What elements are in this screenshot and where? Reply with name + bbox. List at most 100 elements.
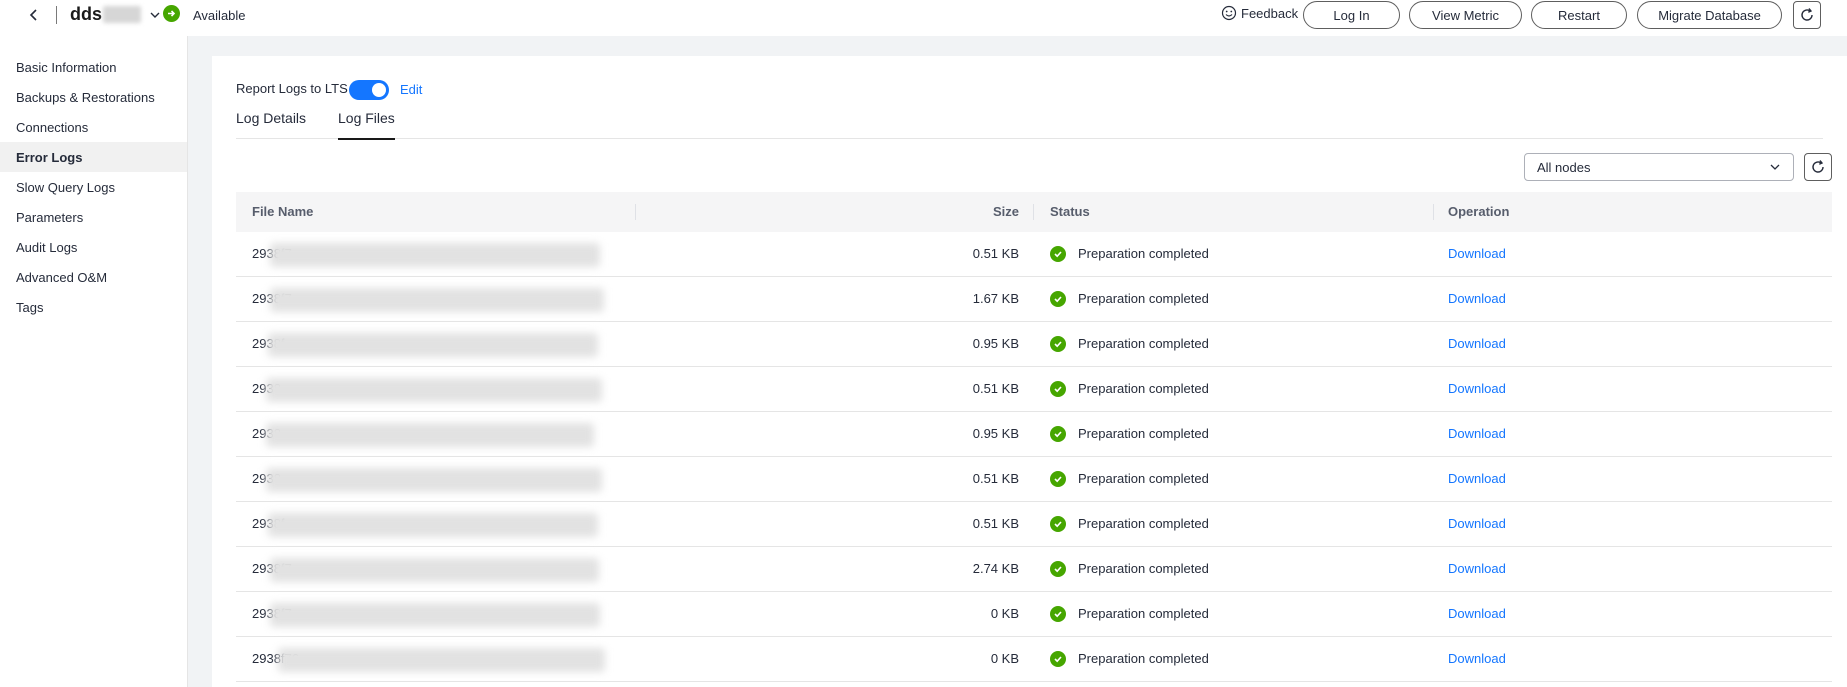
col-operation: Operation xyxy=(1448,204,1510,219)
table-row: 29380.51 KBPreparation completedDownload xyxy=(236,367,1832,412)
column-divider xyxy=(1033,204,1034,220)
tab-log-files[interactable]: Log Files xyxy=(338,108,395,140)
check-circle-icon xyxy=(1050,336,1066,352)
sidebar-nav: Basic Information Backups & Restorations… xyxy=(0,36,188,687)
main-panel: Report Logs to LTS Edit Log Details Log … xyxy=(212,56,1847,687)
instance-status: Available xyxy=(193,8,246,23)
download-link[interactable]: Download xyxy=(1448,381,1506,396)
refresh-icon xyxy=(1812,160,1824,173)
refresh-icon xyxy=(1801,8,1813,21)
file-status-cell: Preparation completed xyxy=(1078,651,1209,666)
table-row: 2938f70.51 KBPreparation completedDownlo… xyxy=(236,232,1832,277)
edit-link[interactable]: Edit xyxy=(400,82,422,97)
file-size-cell: 0 KB xyxy=(990,651,1019,666)
sidebar-item-slow-query-logs[interactable]: Slow Query Logs xyxy=(0,172,187,202)
file-status-cell: Preparation completed xyxy=(1078,471,1209,486)
file-size-cell: 0.51 KB xyxy=(972,381,1019,396)
instance-name-redacted xyxy=(103,6,141,23)
table-row: 2938f72.74 KBPreparation completedDownlo… xyxy=(236,547,1832,592)
download-link[interactable]: Download xyxy=(1448,246,1506,261)
file-status-cell: Preparation completed xyxy=(1078,426,1209,441)
report-logs-toggle[interactable] xyxy=(349,80,389,100)
file-size-cell: 0.51 KB xyxy=(972,246,1019,261)
sidebar-item-parameters[interactable]: Parameters xyxy=(0,202,187,232)
chevron-down-icon[interactable] xyxy=(149,8,161,23)
feedback-smile-icon xyxy=(1221,5,1237,21)
table-refresh-button[interactable] xyxy=(1804,153,1832,181)
check-circle-icon xyxy=(1050,291,1066,307)
check-circle-icon xyxy=(1050,561,1066,577)
sidebar-item-basic-information[interactable]: Basic Information xyxy=(0,52,187,82)
file-status-cell: Preparation completed xyxy=(1078,246,1209,261)
sidebar-item-advanced-om[interactable]: Advanced O&M xyxy=(0,262,187,292)
check-circle-icon xyxy=(1050,471,1066,487)
file-status-cell: Preparation completed xyxy=(1078,516,1209,531)
table-row: 2938f76 0 KB Preparation completed Download xyxy=(236,637,1832,682)
col-size: Size xyxy=(992,204,1019,219)
table-row: 2938f70 KBPreparation completedDownload xyxy=(236,592,1832,637)
file-size-cell: 0.95 KB xyxy=(972,426,1019,441)
tab-log-files-label: Log Files xyxy=(338,110,395,126)
back-arrow-icon[interactable] xyxy=(24,5,44,25)
sidebar-item-audit-logs[interactable]: Audit Logs xyxy=(0,232,187,262)
col-status: Status xyxy=(1050,204,1090,219)
table-row: 2938f0.51 KBPreparation completedDownloa… xyxy=(236,502,1832,547)
file-status-cell: Preparation completed xyxy=(1078,561,1209,576)
check-circle-icon xyxy=(1050,606,1066,622)
download-link[interactable]: Download xyxy=(1448,291,1506,306)
check-circle-icon xyxy=(1050,426,1066,442)
toggle-knob xyxy=(372,83,386,97)
tab-log-details[interactable]: Log Details xyxy=(236,108,306,139)
sidebar-item-error-logs[interactable]: Error Logs xyxy=(0,142,187,172)
restart-button[interactable]: Restart xyxy=(1531,1,1627,29)
sidebar-item-backups-restorations[interactable]: Backups & Restorations xyxy=(0,82,187,112)
top-header: dds Available Feedback Log In View Metri… xyxy=(0,0,1847,36)
header-refresh-button[interactable] xyxy=(1793,1,1821,29)
check-circle-icon xyxy=(1050,246,1066,262)
sidebar-item-tags[interactable]: Tags xyxy=(0,292,187,322)
download-link[interactable]: Download xyxy=(1448,516,1506,531)
file-size-cell: 2.74 KB xyxy=(972,561,1019,576)
sidebar-item-connections[interactable]: Connections xyxy=(0,112,187,142)
file-size-cell: 0.51 KB xyxy=(972,516,1019,531)
download-link[interactable]: Download xyxy=(1448,561,1506,576)
log-files-table: File Name Size Status Operation 2938f70.… xyxy=(236,192,1832,682)
status-ok-icon xyxy=(163,5,180,22)
download-link[interactable]: Download xyxy=(1448,471,1506,486)
file-size-cell: 0 KB xyxy=(990,606,1019,621)
header-divider xyxy=(56,6,57,24)
feedback-link[interactable]: Feedback xyxy=(1221,5,1298,21)
file-status-cell: Preparation completed xyxy=(1078,336,1209,351)
check-circle-icon xyxy=(1050,516,1066,532)
report-logs-label: Report Logs to LTS xyxy=(236,81,348,96)
check-circle-icon xyxy=(1050,651,1066,667)
active-tab-indicator xyxy=(338,138,395,140)
table-row: 29380.51 KBPreparation completedDownload xyxy=(236,457,1832,502)
instance-name: dds xyxy=(70,4,103,24)
node-filter-select[interactable]: All nodes xyxy=(1524,153,1794,181)
column-divider xyxy=(1433,204,1434,220)
feedback-label: Feedback xyxy=(1241,5,1299,21)
chevron-down-icon xyxy=(1770,164,1780,170)
log-in-button[interactable]: Log In xyxy=(1303,1,1400,29)
download-link[interactable]: Download xyxy=(1448,606,1506,621)
table-row: 2938f0.95 KBPreparation completedDownloa… xyxy=(236,322,1832,367)
download-link[interactable]: Download xyxy=(1448,336,1506,351)
migrate-database-button[interactable]: Migrate Database xyxy=(1637,1,1782,29)
log-tabs: Log Details Log Files xyxy=(236,108,1823,140)
download-link[interactable]: Download xyxy=(1448,426,1506,441)
table-body: 2938f70.51 KBPreparation completedDownlo… xyxy=(236,232,1832,682)
file-size-cell: 1.67 KB xyxy=(972,291,1019,306)
node-filter-value: All nodes xyxy=(1537,159,1591,175)
file-status-cell: Preparation completed xyxy=(1078,381,1209,396)
download-link[interactable]: Download xyxy=(1448,651,1506,666)
file-status-cell: Preparation completed xyxy=(1078,291,1209,306)
table-header: File Name Size Status Operation xyxy=(236,192,1832,232)
table-row: 2938f71.67 KBPreparation completedDownlo… xyxy=(236,277,1832,322)
check-circle-icon xyxy=(1050,381,1066,397)
view-metric-button[interactable]: View Metric xyxy=(1409,1,1522,29)
table-row: 29380.95 KBPreparation completedDownload xyxy=(236,412,1832,457)
file-status-cell: Preparation completed xyxy=(1078,606,1209,621)
file-size-cell: 0.51 KB xyxy=(972,471,1019,486)
file-size-cell: 0.95 KB xyxy=(972,336,1019,351)
